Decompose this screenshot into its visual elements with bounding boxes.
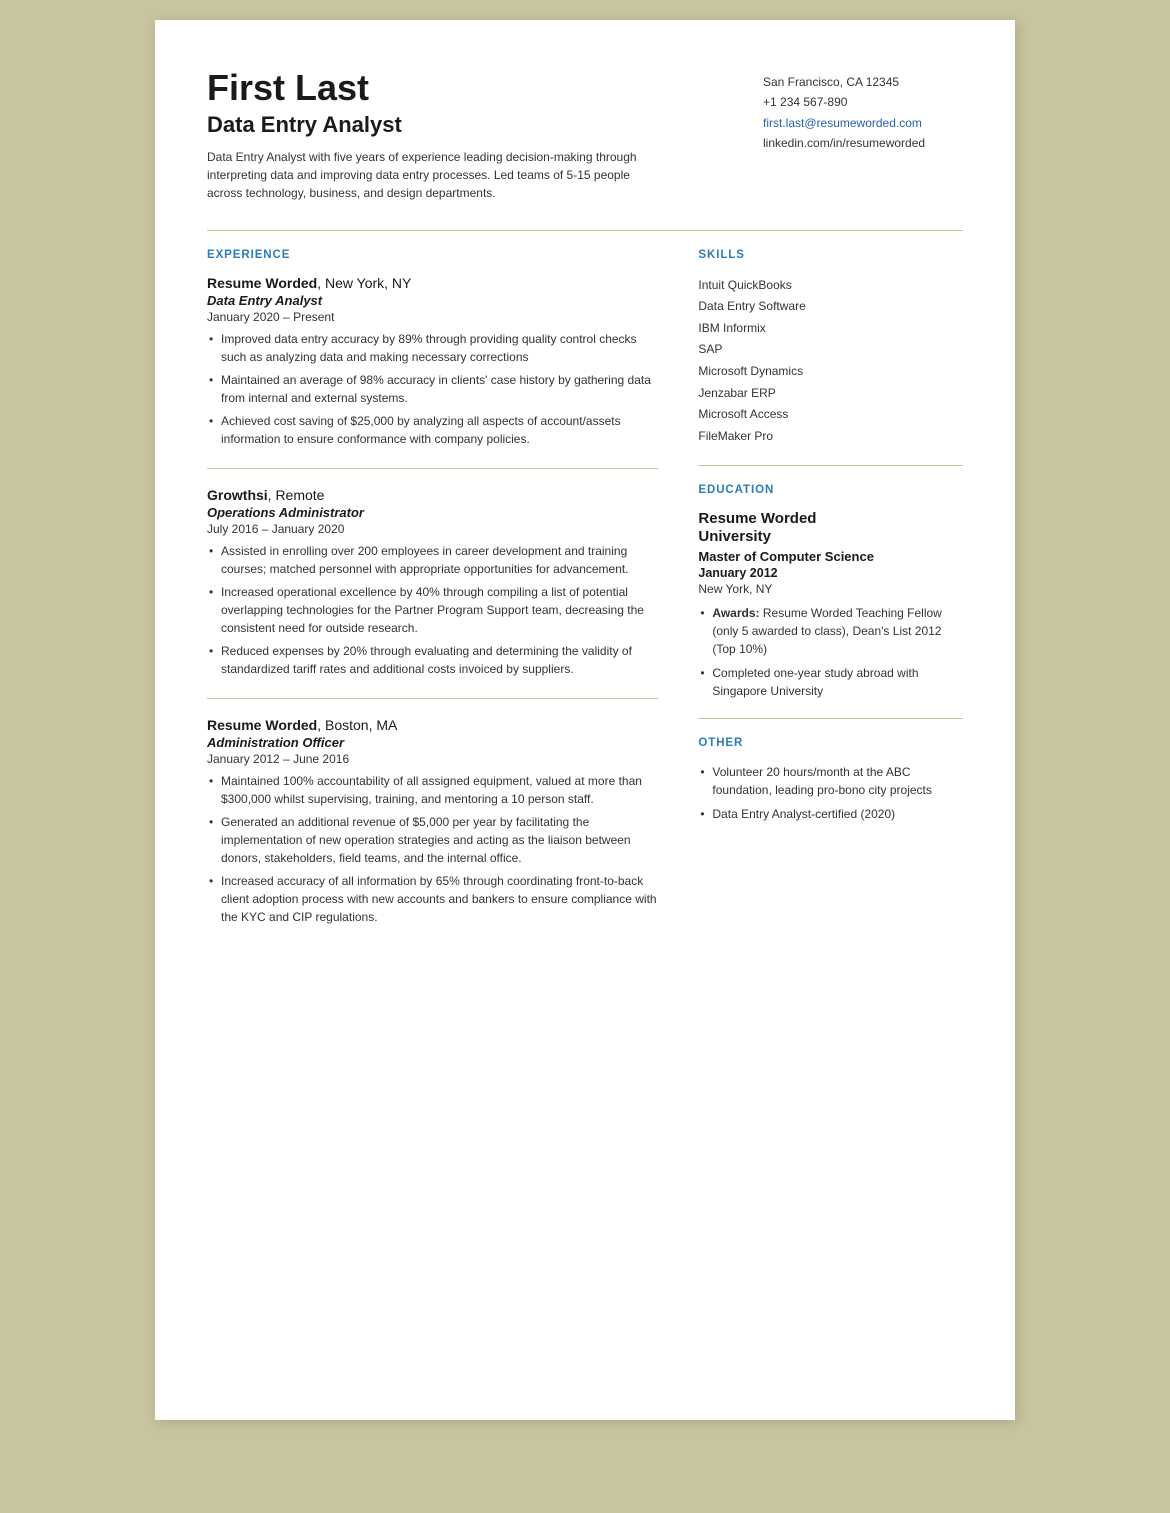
skill-3: IBM Informix bbox=[698, 318, 963, 340]
edu-school-name: Resume WordedUniversity bbox=[698, 510, 963, 546]
edu-date: January 2012 bbox=[698, 566, 963, 580]
header-left: First Last Data Entry Analyst Data Entry… bbox=[207, 68, 637, 202]
right-column: SKILLS Intuit QuickBooks Data Entry Soft… bbox=[698, 249, 963, 946]
skill-6: Jenzabar ERP bbox=[698, 383, 963, 405]
exp-1-bullets: Improved data entry accuracy by 89% thro… bbox=[207, 330, 658, 448]
other-bullet-2: Data Entry Analyst-certified (2020) bbox=[698, 805, 963, 823]
other-bullet-1: Volunteer 20 hours/month at the ABC foun… bbox=[698, 763, 963, 799]
resume-document: First Last Data Entry Analyst Data Entry… bbox=[155, 20, 1015, 1420]
contact-phone: +1 234 567-890 bbox=[763, 92, 963, 112]
exp-1-company: Resume Worded, New York, NY bbox=[207, 275, 658, 291]
exp-3-role: Administration Officer bbox=[207, 735, 658, 750]
left-column: EXPERIENCE Resume Worded, New York, NY D… bbox=[207, 249, 658, 946]
other-section-title: OTHER bbox=[698, 737, 963, 749]
edu-location: New York, NY bbox=[698, 582, 963, 596]
candidate-name: First Last bbox=[207, 68, 637, 108]
exp-1-bullet-3: Achieved cost saving of $25,000 by analy… bbox=[207, 412, 658, 448]
exp-3-dates: January 2012 – June 2016 bbox=[207, 752, 658, 766]
skills-list: Intuit QuickBooks Data Entry Software IB… bbox=[698, 275, 963, 448]
exp-3-company-location: , Boston, MA bbox=[317, 717, 397, 733]
exp-2-company: Growthsi, Remote bbox=[207, 487, 658, 503]
edu-bullets: Awards: Resume Worded Teaching Fellow (o… bbox=[698, 604, 963, 700]
exp-3-company-name: Resume Worded bbox=[207, 717, 317, 733]
exp-1-dates: January 2020 – Present bbox=[207, 310, 658, 324]
skills-section-title: SKILLS bbox=[698, 249, 963, 261]
skill-5: Microsoft Dynamics bbox=[698, 361, 963, 383]
edu-bullet-2: Completed one-year study abroad with Sin… bbox=[698, 664, 963, 700]
exp-1-company-location: , New York, NY bbox=[317, 275, 411, 291]
edu-degree: Master of Computer Science bbox=[698, 549, 963, 564]
exp-entry-3: Resume Worded, Boston, MA Administration… bbox=[207, 717, 658, 926]
contact-email[interactable]: first.last@resumeworded.com bbox=[763, 113, 963, 133]
exp-divider-2 bbox=[207, 698, 658, 699]
exp-entry-2: Growthsi, Remote Operations Administrato… bbox=[207, 487, 658, 678]
exp-1-role: Data Entry Analyst bbox=[207, 293, 658, 308]
header-section: First Last Data Entry Analyst Data Entry… bbox=[207, 68, 963, 202]
exp-3-bullet-1: Maintained 100% accountability of all as… bbox=[207, 772, 658, 808]
exp-2-role: Operations Administrator bbox=[207, 505, 658, 520]
skill-7: Microsoft Access bbox=[698, 404, 963, 426]
contact-linkedin: linkedin.com/in/resumeworded bbox=[763, 133, 963, 153]
education-section-title: EDUCATION bbox=[698, 484, 963, 496]
exp-1-company-name: Resume Worded bbox=[207, 275, 317, 291]
exp-3-company: Resume Worded, Boston, MA bbox=[207, 717, 658, 733]
exp-entry-1: Resume Worded, New York, NY Data Entry A… bbox=[207, 275, 658, 448]
exp-3-bullet-3: Increased accuracy of all information by… bbox=[207, 872, 658, 926]
skill-2: Data Entry Software bbox=[698, 296, 963, 318]
exp-2-dates: July 2016 – January 2020 bbox=[207, 522, 658, 536]
exp-1-bullet-2: Maintained an average of 98% accuracy in… bbox=[207, 371, 658, 407]
experience-section-title: EXPERIENCE bbox=[207, 249, 658, 261]
exp-divider-1 bbox=[207, 468, 658, 469]
edu-bullet-1: Awards: Resume Worded Teaching Fellow (o… bbox=[698, 604, 963, 658]
exp-2-bullets: Assisted in enrolling over 200 employees… bbox=[207, 542, 658, 678]
exp-2-bullet-1: Assisted in enrolling over 200 employees… bbox=[207, 542, 658, 578]
exp-2-bullet-3: Reduced expenses by 20% through evaluati… bbox=[207, 642, 658, 678]
exp-2-company-location: , Remote bbox=[268, 487, 325, 503]
header-contact: San Francisco, CA 12345 +1 234 567-890 f… bbox=[763, 68, 963, 202]
candidate-title: Data Entry Analyst bbox=[207, 112, 637, 138]
resume-body: EXPERIENCE Resume Worded, New York, NY D… bbox=[207, 249, 963, 946]
skill-1: Intuit QuickBooks bbox=[698, 275, 963, 297]
candidate-summary: Data Entry Analyst with five years of ex… bbox=[207, 148, 637, 202]
exp-2-bullet-2: Increased operational excellence by 40% … bbox=[207, 583, 658, 637]
education-divider bbox=[698, 718, 963, 719]
contact-location: San Francisco, CA 12345 bbox=[763, 72, 963, 92]
skill-8: FileMaker Pro bbox=[698, 426, 963, 448]
other-bullets: Volunteer 20 hours/month at the ABC foun… bbox=[698, 763, 963, 823]
exp-3-bullet-2: Generated an additional revenue of $5,00… bbox=[207, 813, 658, 867]
exp-1-bullet-1: Improved data entry accuracy by 89% thro… bbox=[207, 330, 658, 366]
exp-3-bullets: Maintained 100% accountability of all as… bbox=[207, 772, 658, 926]
exp-2-company-name: Growthsi bbox=[207, 487, 268, 503]
skills-divider bbox=[698, 465, 963, 466]
skill-4: SAP bbox=[698, 339, 963, 361]
header-divider bbox=[207, 230, 963, 231]
